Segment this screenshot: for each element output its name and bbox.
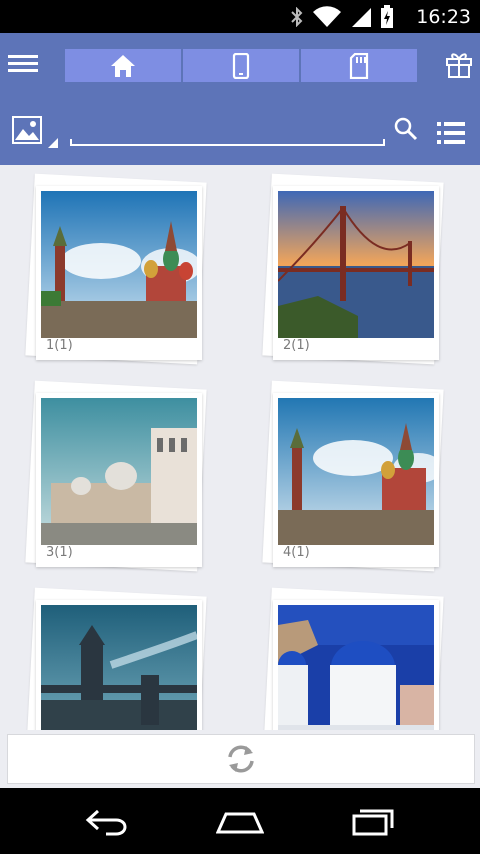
app-bar [0, 33, 480, 165]
dropdown-arrow-icon [48, 138, 58, 148]
source-tabs [65, 49, 417, 82]
album-thumbnail [41, 398, 197, 545]
filter-row [0, 109, 480, 159]
tab-home[interactable] [65, 49, 181, 82]
bottom-action-bar [0, 730, 480, 788]
album-label: 2(1) [283, 338, 310, 353]
album-thumbnail [278, 605, 434, 730]
system-nav-bar [0, 790, 480, 854]
image-type-dropdown[interactable] [12, 116, 60, 148]
gift-icon[interactable] [445, 50, 473, 78]
wifi-icon [313, 6, 341, 27]
sd-card-icon [349, 52, 369, 79]
search-input[interactable] [70, 139, 385, 146]
tab-phone[interactable] [183, 49, 299, 82]
image-icon [12, 116, 42, 144]
album-card[interactable] [25, 587, 207, 730]
status-icons [290, 5, 394, 29]
album-thumbnail [41, 191, 197, 338]
signal-icon [352, 8, 371, 27]
bluetooth-icon [291, 7, 303, 27]
status-bar: 16:23 [0, 0, 480, 33]
album-card[interactable]: 2(1) [262, 173, 444, 365]
refresh-icon [228, 745, 254, 773]
album-card[interactable]: 1(1) [25, 173, 207, 365]
home-nav-icon[interactable] [216, 808, 264, 836]
phone-icon [232, 52, 250, 79]
battery-icon [381, 5, 393, 28]
search-icon[interactable] [394, 117, 418, 141]
album-card[interactable]: 4(1) [262, 380, 444, 572]
clock: 16:23 [416, 6, 471, 28]
menu-icon[interactable] [8, 51, 38, 81]
album-label: 4(1) [283, 545, 310, 560]
list-view-icon[interactable] [437, 121, 465, 145]
album-card[interactable] [262, 587, 444, 730]
home-icon [111, 54, 135, 77]
album-label: 1(1) [46, 338, 73, 353]
recent-apps-icon[interactable] [350, 808, 398, 836]
album-thumbnail [278, 191, 434, 338]
album-grid: 1(1) 2(1) 3(1) 4(1) [0, 165, 480, 730]
refresh-button[interactable] [7, 734, 475, 784]
tab-sdcard[interactable] [301, 49, 417, 82]
album-card[interactable]: 3(1) [25, 380, 207, 572]
album-thumbnail [41, 605, 197, 730]
back-icon[interactable] [84, 808, 132, 836]
album-thumbnail [278, 398, 434, 545]
album-label: 3(1) [46, 545, 73, 560]
